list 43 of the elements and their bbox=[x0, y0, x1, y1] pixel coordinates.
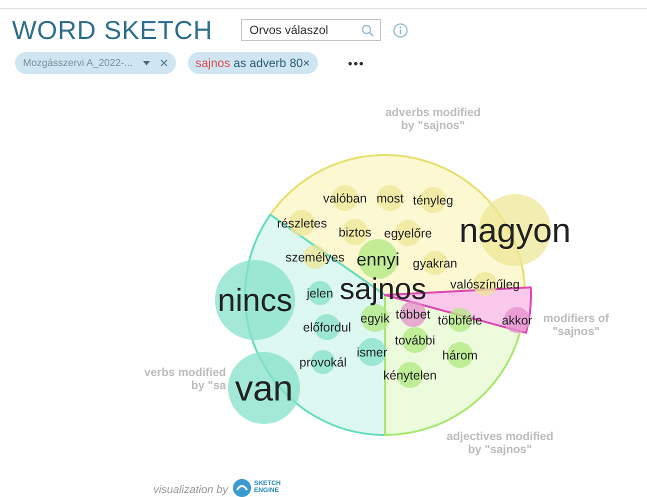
collocate-word[interactable]: ismer bbox=[356, 345, 388, 360]
collocate-word[interactable]: egyelőre bbox=[384, 226, 432, 240]
info-icon[interactable] bbox=[392, 22, 408, 38]
collocate-word[interactable]: három bbox=[442, 348, 478, 362]
collocate-bubble bbox=[228, 352, 300, 424]
collocate-bubble bbox=[308, 281, 332, 305]
collocate-word[interactable]: kénytelen bbox=[383, 368, 437, 382]
collocate-word[interactable]: gyakran bbox=[412, 256, 458, 270]
page-title: WORD SKETCH bbox=[12, 14, 212, 46]
corpus-name: Mozgásszervi A_2022-... bbox=[23, 58, 132, 68]
headword-text: sajnos bbox=[196, 56, 230, 70]
relation-label: verbs modified by "sa bbox=[144, 367, 226, 392]
relation-label: adverbs modified by "sajnos" bbox=[385, 107, 481, 132]
collocate-word[interactable]: van bbox=[234, 368, 294, 409]
collocate-word[interactable]: valóban bbox=[323, 191, 367, 206]
more-button[interactable]: ••• bbox=[340, 52, 373, 74]
collocate-bubble bbox=[361, 304, 389, 332]
collocate-word[interactable]: többet bbox=[396, 307, 430, 322]
collocate-word[interactable]: jelen bbox=[306, 286, 334, 300]
collocate-word[interactable]: nincs bbox=[218, 282, 292, 318]
collocate-word[interactable]: előfordul bbox=[303, 320, 351, 334]
collocate-word[interactable]: további bbox=[394, 333, 436, 348]
collocate-word[interactable]: egyik bbox=[360, 311, 390, 326]
search-field[interactable]: Orvos válaszol bbox=[240, 19, 380, 41]
collocate-word[interactable]: nagyon bbox=[459, 212, 571, 250]
caret-icon[interactable] bbox=[142, 60, 150, 66]
collocate-word[interactable]: ennyi bbox=[356, 249, 400, 270]
collocate-word[interactable]: most bbox=[376, 191, 404, 206]
query-text: as adverb 80× bbox=[234, 56, 310, 70]
collocate-word[interactable]: akkor bbox=[502, 313, 532, 328]
close-icon[interactable] bbox=[160, 59, 168, 67]
search-icon[interactable] bbox=[360, 24, 374, 37]
collocate-word[interactable]: valószínűleg bbox=[450, 277, 520, 292]
query-chip[interactable]: sajnos as adverb 80× bbox=[188, 52, 318, 74]
collocate-word[interactable]: provokál bbox=[299, 355, 347, 370]
collocate-word[interactable]: többféle bbox=[438, 313, 482, 328]
collocate-bubble bbox=[377, 185, 403, 211]
attribution-caption: visualization by bbox=[153, 484, 228, 496]
relation-label: adjectives modified by "sajnos" bbox=[446, 431, 554, 456]
collocate-bubble bbox=[358, 338, 386, 366]
relation-label: modifiers of "sajnos" bbox=[543, 313, 609, 338]
collocate-word[interactable]: biztos bbox=[338, 225, 372, 240]
collocate-word[interactable]: tényleg bbox=[412, 193, 454, 208]
